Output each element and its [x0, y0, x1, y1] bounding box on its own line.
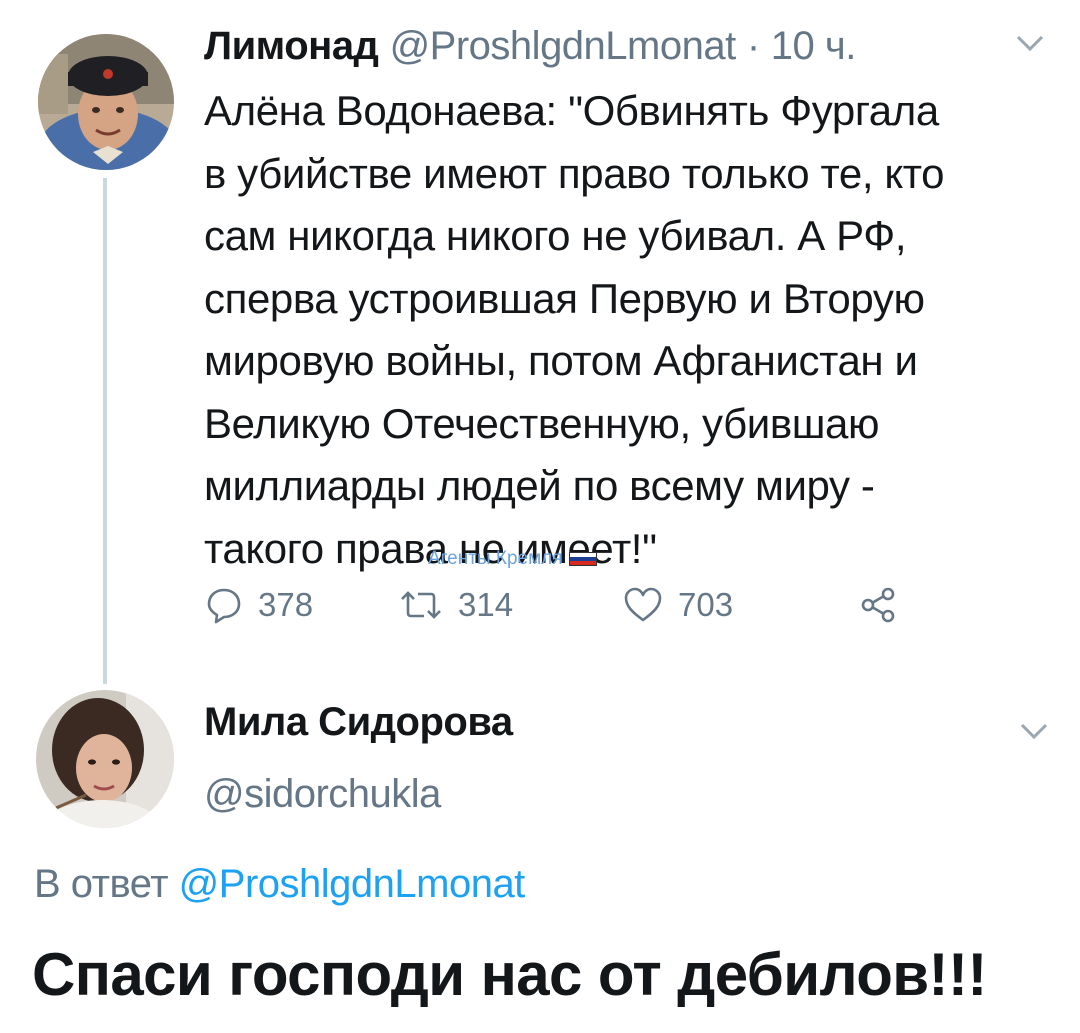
watermark-text: Агенты Кремля: [428, 548, 563, 569]
reply-author-name[interactable]: Мила Сидорова: [204, 700, 513, 745]
reply-to-prefix: В ответ: [34, 862, 169, 906]
tweet-text-line: сперва устроившая Первую и Вторую: [204, 274, 925, 322]
reply-button[interactable]: 378: [204, 585, 313, 625]
reply-count: 378: [258, 586, 314, 623]
tweet-text-line: сам никогда никого не убивал. А РФ,: [204, 212, 907, 259]
chevron-down-icon[interactable]: [1010, 28, 1050, 58]
retweet-icon: [401, 591, 441, 619]
tweet-text-line: мировую войны, потом Афганистан и: [204, 337, 918, 384]
chevron-down-icon[interactable]: [1014, 716, 1054, 746]
tweet-text-line: в убийстве имеют право только те, кто: [204, 149, 945, 197]
reply-to-handle-link[interactable]: @ProshlgdnLmonat: [179, 862, 526, 906]
retweet-button[interactable]: 314: [398, 585, 513, 625]
reply-to-context: В ответ @ProshlgdnLmonat: [34, 862, 525, 907]
reply-bubble-icon: [207, 588, 241, 624]
tweet-text-line: миллиарды людей по всему миру -: [204, 462, 875, 509]
like-button[interactable]: 703: [622, 585, 733, 625]
heart-icon: [624, 587, 662, 622]
thread-connector-line: [103, 178, 107, 684]
header-separator: ·: [746, 24, 760, 68]
retweet-count: 314: [458, 586, 514, 623]
tweet-text-line: Великую Отечественную, убившаю: [204, 399, 880, 447]
reply-author-avatar[interactable]: [36, 690, 174, 828]
reply-author-handle[interactable]: @sidorchukla: [204, 772, 441, 817]
author-avatar[interactable]: [38, 34, 174, 170]
share-button[interactable]: [858, 585, 898, 625]
share-icon: [861, 587, 895, 623]
avatar-photo-man: [38, 34, 174, 170]
author-name[interactable]: Лимонад: [204, 24, 379, 68]
reply-text: Спаси господи нас от дебилов!!!: [32, 941, 987, 1008]
tweet-text-line: такого права не имеет!": [204, 524, 657, 572]
like-count: 703: [678, 586, 734, 623]
author-handle[interactable]: @ProshlgdnLmonat: [390, 24, 737, 68]
tweet-text-line: Алёна Водонаева: "Обвинять Фургала: [204, 87, 939, 134]
russian-flag-icon: [568, 552, 597, 566]
tweet-time[interactable]: 10 ч.: [771, 24, 857, 68]
tweet-header: Лимонад @ProshlgdnLmonat · 10 ч.: [204, 22, 856, 70]
avatar-photo-woman: [36, 690, 174, 828]
tweet-text: Алёна Водонаева: "Обвинять Фургала в уби…: [204, 80, 1064, 580]
watermark: Агенты Кремля: [428, 548, 597, 570]
tweet-actions: 378 314 703: [204, 585, 924, 635]
